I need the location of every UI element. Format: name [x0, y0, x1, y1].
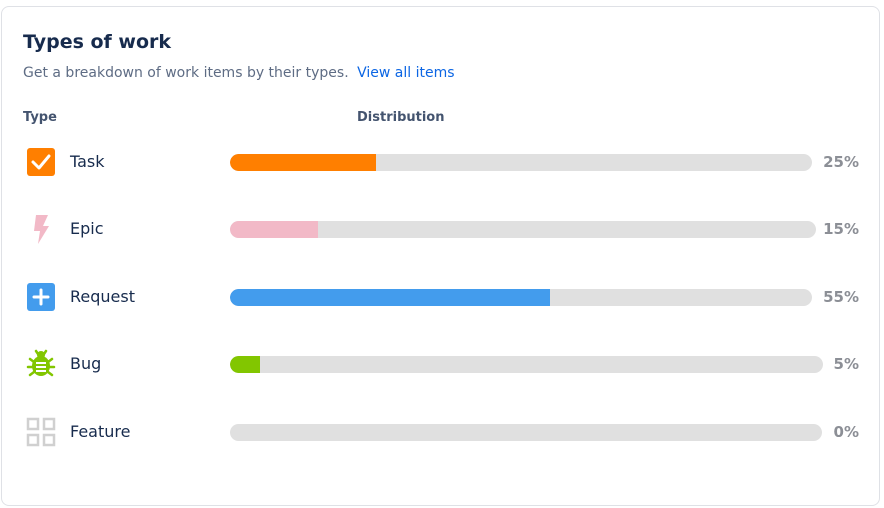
row-feature: Feature 0% — [2, 412, 881, 452]
row-percent: 0% — [833, 423, 859, 441]
row-percent: 25% — [823, 153, 859, 171]
row-label: Feature — [70, 422, 131, 441]
distribution-bar-track — [230, 356, 823, 373]
row-label: Request — [70, 287, 135, 306]
distribution-column-header: Distribution — [357, 110, 445, 125]
row-epic: Epic 15% — [2, 209, 881, 249]
distribution-bar-fill — [230, 221, 318, 238]
distribution-bar-track — [230, 289, 812, 306]
distribution-bar-fill — [230, 154, 376, 171]
distribution-bar-track — [230, 424, 822, 441]
row-percent: 55% — [823, 288, 859, 306]
row-label: Task — [70, 152, 105, 171]
card-title: Types of work — [23, 31, 172, 53]
row-label: Epic — [70, 219, 104, 238]
row-bug: Bug 5% — [2, 344, 881, 384]
types-of-work-card: Types of work Get a breakdown of work it… — [1, 6, 880, 506]
epic-lightning-icon — [26, 214, 56, 244]
view-all-items-link[interactable]: View all items — [357, 65, 454, 81]
task-checkbox-icon — [26, 147, 56, 177]
distribution-bar-fill — [230, 356, 260, 373]
feature-grid-icon — [26, 417, 56, 447]
type-column-header: Type — [23, 110, 57, 125]
row-percent: 5% — [833, 355, 859, 373]
subtitle-text: Get a breakdown of work items by their t… — [23, 65, 349, 81]
distribution-bar-fill — [230, 289, 551, 306]
row-label: Bug — [70, 354, 102, 373]
distribution-bar-track — [230, 221, 816, 238]
card-subtitle: Get a breakdown of work items by their t… — [23, 65, 455, 81]
row-task: Task 25% — [2, 142, 881, 182]
row-request: Request 55% — [2, 277, 881, 317]
distribution-bar-track — [230, 154, 812, 171]
row-percent: 15% — [823, 220, 859, 238]
bug-icon — [26, 349, 56, 379]
request-plus-icon — [26, 282, 56, 312]
